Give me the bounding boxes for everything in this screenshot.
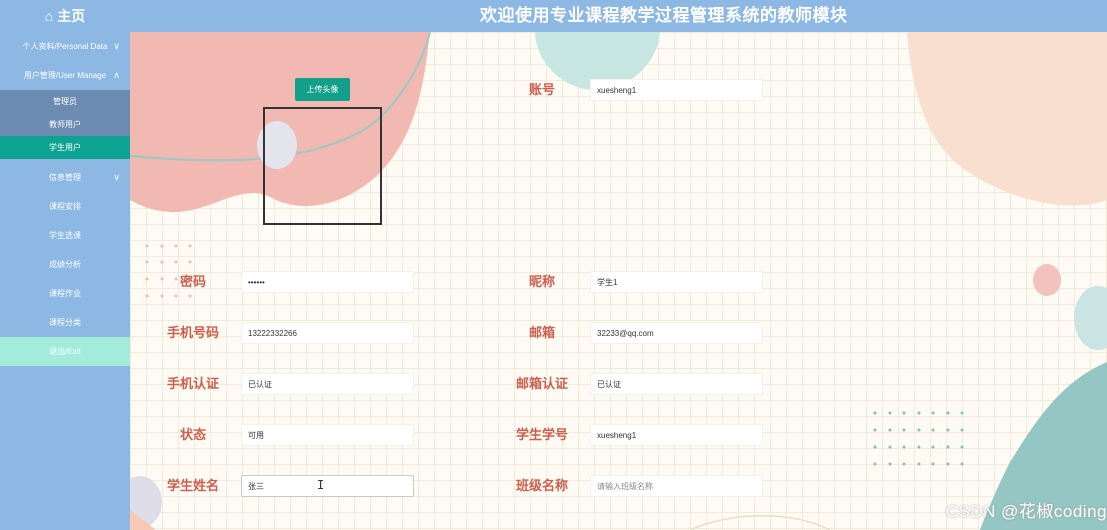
email-verify-field[interactable] — [590, 373, 763, 395]
top-header: ⌂ 主页 欢迎使用专业课程教学过程管理系统的教师模块 — [0, 0, 1107, 32]
home-icon: ⌂ — [44, 8, 54, 24]
sidebar-item-course-category[interactable]: 课程分类 — [0, 308, 130, 337]
sidebar-item-info-manage[interactable]: 信息管理 ∨ — [0, 163, 130, 192]
sidebar-item-personal-data[interactable]: 个人资料/Personal Data ∨ — [0, 32, 130, 61]
class-name-label: 班级名称 — [515, 478, 568, 493]
sidebar: 个人资料/Personal Data ∨ 用户管理/User Manage ∧ … — [0, 32, 130, 530]
home-link[interactable]: ⌂ 主页 — [0, 0, 130, 32]
phone-verify-field[interactable] — [241, 373, 414, 395]
chevron-down-icon: ∨ — [113, 172, 120, 182]
sidebar-item-grade-analysis[interactable]: 成绩分析 — [0, 250, 130, 279]
chevron-up-icon: ∧ — [113, 70, 120, 80]
student-name-label: 学生姓名 — [166, 478, 219, 493]
phone-verify-label: 手机认证 — [166, 376, 219, 391]
phone-label: 手机号码 — [166, 325, 219, 340]
status-field[interactable] — [241, 424, 414, 446]
phone-field[interactable] — [241, 322, 414, 344]
student-no-label: 学生学号 — [515, 427, 568, 442]
watermark: CSDN @花椒coding — [945, 502, 1107, 521]
account-label: 账号 — [528, 82, 555, 97]
sidebar-subitem-teacher-users[interactable]: 教师用户 — [0, 113, 130, 136]
system-title: 欢迎使用专业课程教学过程管理系统的教师模块 — [480, 6, 848, 25]
sidebar-subitem-student-users[interactable]: 学生用户 — [0, 136, 130, 159]
chevron-down-icon: ∨ — [113, 41, 120, 51]
email-field[interactable] — [590, 322, 763, 344]
sidebar-item-label: 信息管理 — [49, 173, 81, 182]
password-field[interactable] — [241, 271, 414, 293]
student-no-field[interactable] — [590, 424, 763, 446]
nickname-field[interactable] — [590, 271, 763, 293]
text-cursor-icon: I — [317, 478, 325, 492]
home-label: 主页 — [57, 8, 86, 24]
status-label: 状态 — [179, 427, 206, 442]
class-name-field[interactable] — [590, 475, 763, 497]
sidebar-item-label: 个人资料/Personal Data — [22, 42, 108, 51]
sidebar-item-course-schedule[interactable]: 课程安排 — [0, 192, 130, 221]
account-field[interactable] — [590, 79, 763, 101]
user-manage-submenu: 管理员 教师用户 学生用户 — [0, 90, 130, 159]
nickname-label: 昵称 — [528, 274, 555, 289]
sidebar-item-exit[interactable]: 退出/Exit — [0, 337, 130, 366]
email-verify-label: 邮箱认证 — [515, 376, 568, 391]
sidebar-item-label: 用户管理/User Manage — [23, 71, 107, 80]
avatar-preview — [263, 107, 382, 225]
sidebar-item-user-manage[interactable]: 用户管理/User Manage ∧ — [0, 61, 130, 90]
sidebar-item-course-homework[interactable]: 课程作业 — [0, 279, 130, 308]
email-label: 邮箱 — [528, 325, 555, 340]
upload-avatar-button[interactable]: 上传头像 — [295, 78, 350, 101]
student-name-field[interactable] — [241, 475, 414, 497]
password-label: 密码 — [179, 274, 206, 289]
sidebar-item-course-selection[interactable]: 学生选课 — [0, 221, 130, 250]
sidebar-subitem-admin[interactable]: 管理员 — [0, 90, 130, 113]
content-area: 上传头像 账号 密码 昵称 手机号码 邮箱 手机认证 邮箱认证 状态 学生学号 … — [130, 32, 1107, 530]
